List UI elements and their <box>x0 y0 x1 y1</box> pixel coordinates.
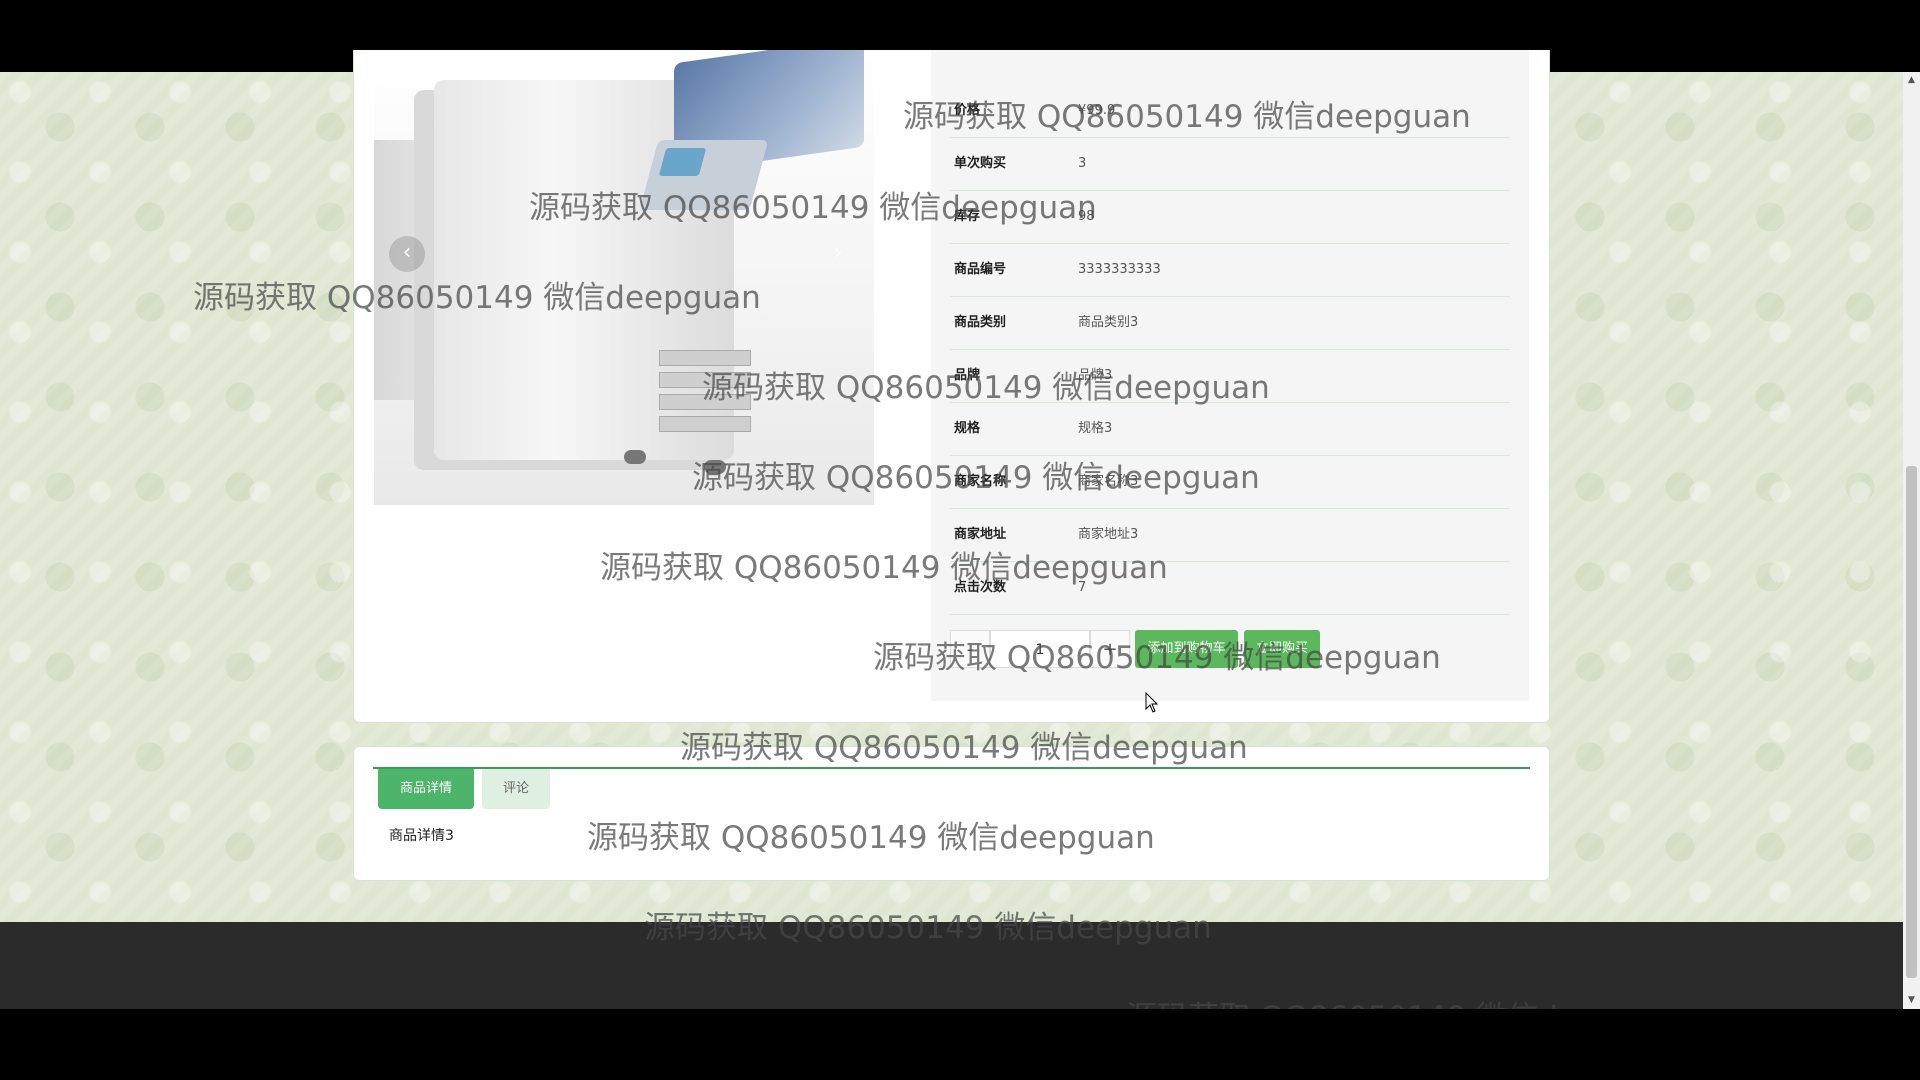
printer-drawer <box>659 372 751 388</box>
spec-label: 单次购买 <box>954 156 1007 171</box>
spec-row-brand: 品牌 品牌3 <box>950 349 1510 403</box>
spec-label: 商品编号 <box>954 262 1007 277</box>
printer-screen-shape <box>658 148 707 176</box>
page-footer <box>0 922 1903 1009</box>
add-to-cart-button[interactable]: 添加到购物车 <box>1135 630 1238 668</box>
page-scrollbar[interactable]: ▲ ▼ <box>1903 72 1920 1009</box>
spec-value: 商家地址3 <box>1078 527 1139 542</box>
spec-label: 品牌 <box>954 368 981 383</box>
printer-control-panel-shape <box>639 140 769 210</box>
spec-row-purchase-limit: 单次购买 3 <box>950 137 1510 191</box>
mouse-pointer-icon <box>1145 692 1159 713</box>
spec-row-stock: 库存 98 <box>950 190 1510 244</box>
spec-value: 商品类别3 <box>1078 315 1139 330</box>
spec-label: 商家名称 <box>954 474 1007 489</box>
spec-value: 品牌3 <box>1078 368 1113 383</box>
spec-value: ¥99.9 <box>1078 103 1116 118</box>
printer-drawer <box>659 394 751 410</box>
spec-row-merchant-address: 商家地址 商家地址3 <box>950 508 1510 562</box>
quantity-input[interactable]: 1 <box>990 630 1090 668</box>
chevron-left-icon: ‹ <box>402 240 412 265</box>
scrollbar-thumb[interactable] <box>1906 466 1917 978</box>
spec-label: 价格 <box>954 103 981 118</box>
quantity-increase-button[interactable]: + <box>1090 630 1130 668</box>
spec-label: 商品类别 <box>954 315 1007 330</box>
spec-value: 3333333333 <box>1078 262 1161 277</box>
tab-comments[interactable]: 评论 <box>482 769 550 809</box>
chevron-right-icon: › <box>833 240 843 265</box>
printer-caster <box>624 450 646 464</box>
spec-value: 规格3 <box>1078 421 1113 436</box>
spec-label: 库存 <box>954 209 981 224</box>
spec-row-product-id: 商品编号 3333333333 <box>950 243 1510 297</box>
printer-caster <box>704 460 726 474</box>
spec-row-merchant-name: 商家名称 商家名称3 <box>950 455 1510 509</box>
spec-value: 98 <box>1078 209 1095 224</box>
printer-drawer <box>659 350 751 366</box>
spec-row-category: 商品类别 商品类别3 <box>950 296 1510 350</box>
buy-now-button[interactable]: 立即购买 <box>1244 630 1320 668</box>
spec-row-price: 价格 ¥99.9 <box>950 84 1510 138</box>
product-image <box>374 50 874 505</box>
tab-product-details[interactable]: 商品详情 <box>378 769 474 809</box>
carousel-next-button[interactable]: › <box>820 236 856 272</box>
spec-label: 点击次数 <box>954 580 1007 595</box>
carousel-prev-button[interactable]: ‹ <box>389 236 425 272</box>
spec-label: 商家地址 <box>954 527 1007 542</box>
chevron-up-icon[interactable]: ▲ <box>1903 72 1920 89</box>
chevron-down-icon[interactable]: ▼ <box>1903 992 1920 1009</box>
spec-label: 规格 <box>954 421 981 436</box>
spec-row-click-count: 点击次数 7 <box>950 561 1510 615</box>
quantity-decrease-button[interactable]: - <box>950 630 990 668</box>
product-detail-text: 商品详情3 <box>389 828 454 844</box>
spec-value: 3 <box>1078 156 1087 171</box>
spec-row-spec: 规格 规格3 <box>950 402 1510 456</box>
spec-value: 商家名称3 <box>1078 474 1139 489</box>
printer-drawer <box>659 416 751 432</box>
spec-value: 7 <box>1078 580 1087 595</box>
